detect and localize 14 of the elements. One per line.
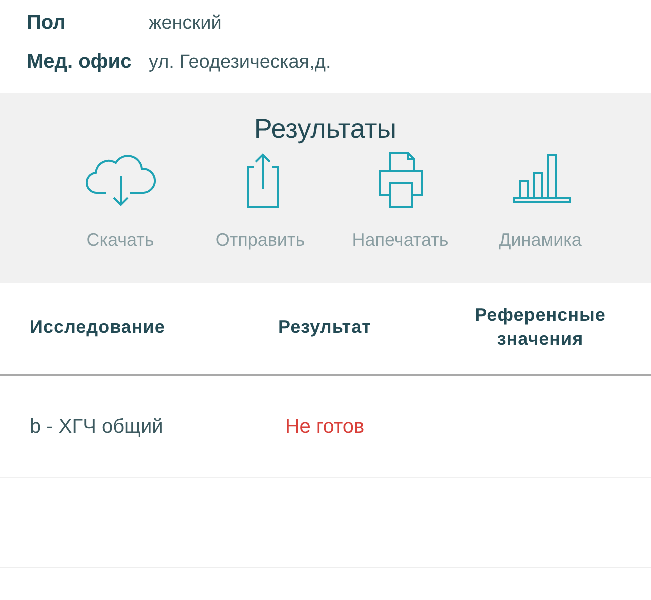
field-value: ул. Геодезическая,д.	[149, 50, 332, 74]
field-value: женский	[149, 12, 222, 36]
action-button[interactable]: Скачать	[50, 151, 190, 254]
action-button[interactable]: Отправить	[190, 151, 330, 254]
column-header: Референсные значения	[474, 304, 607, 351]
action-button[interactable]: Динамика	[470, 151, 610, 254]
column-header: Результат	[278, 317, 372, 337]
field-label: Пол	[27, 11, 67, 36]
table-cell: b - ХГЧ общий	[30, 416, 164, 438]
panel-title: Результаты	[253, 113, 398, 146]
field-label: Мед. офис	[27, 50, 133, 74]
column-header: Исследование	[30, 317, 166, 337]
status-text: Не готов	[285, 416, 365, 438]
action-button[interactable]: Напечатать	[330, 151, 470, 254]
